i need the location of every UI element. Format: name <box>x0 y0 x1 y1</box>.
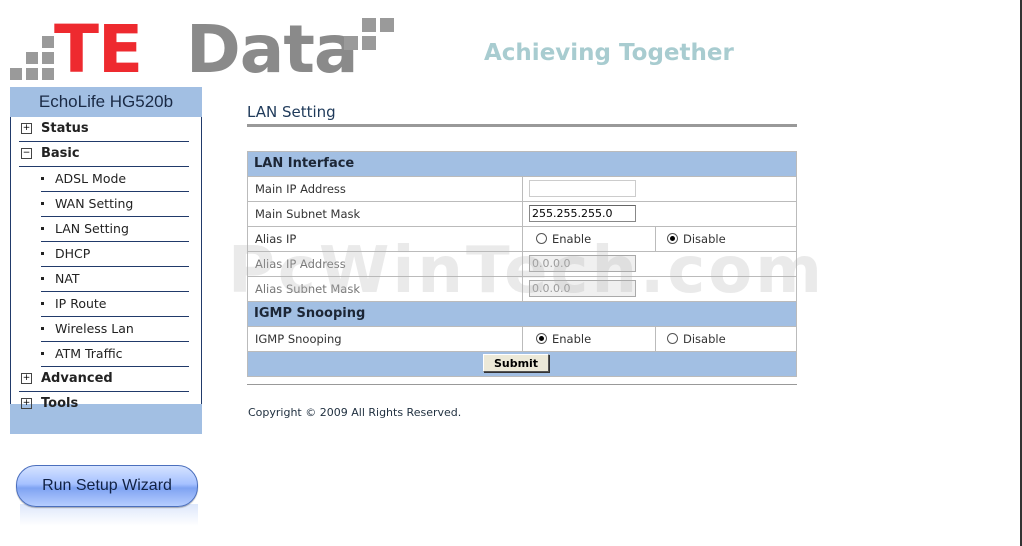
sidebar-item-label[interactable]: ATM Traffic <box>55 346 123 361</box>
logo-square <box>380 18 394 32</box>
logo-data-text: Data <box>186 11 358 88</box>
title-divider <box>247 124 797 127</box>
bullet-icon <box>41 252 44 255</box>
bullet-icon <box>41 227 44 230</box>
sidebar-item-label[interactable]: IP Route <box>55 296 106 311</box>
sidebar-item-label[interactable]: Status <box>41 121 89 136</box>
tagline: Achieving Together <box>484 40 734 66</box>
wizard-reflection <box>20 504 198 526</box>
igmp-disable-radio[interactable]: Disable <box>667 332 726 346</box>
logo-square <box>26 68 38 80</box>
logo-square <box>42 52 54 64</box>
logo-square <box>42 68 54 80</box>
sidebar-item-label[interactable]: Basic <box>41 146 80 161</box>
logo-square <box>362 36 376 50</box>
radio-checked-icon[interactable] <box>667 233 678 244</box>
minus-box-icon[interactable]: − <box>21 148 32 159</box>
bullet-icon <box>41 202 44 205</box>
section-header-igmp: IGMP Snooping <box>248 301 796 326</box>
sidebar-item-label[interactable]: Wireless Lan <box>55 321 134 336</box>
section-header-lan-interface: LAN Interface <box>248 152 796 176</box>
main-ip-label: Main IP Address <box>255 182 346 196</box>
bullet-icon <box>41 277 44 280</box>
sidebar: EchoLife HG520b + Status − Basic ADSL Mo… <box>10 87 202 434</box>
sidebar-item-label[interactable]: WAN Setting <box>55 196 133 211</box>
sidebar-item-tools[interactable]: + Tools <box>19 392 189 416</box>
bullet-icon <box>41 177 44 180</box>
logo-square <box>10 68 22 80</box>
device-name: EchoLife HG520b <box>10 87 202 117</box>
alias-subnet-mask-label: Alias Subnet Mask <box>255 282 360 296</box>
radio-label: Enable <box>552 332 592 346</box>
sidebar-item-wireless-lan[interactable]: Wireless Lan <box>41 317 189 342</box>
igmp-snooping-label: IGMP Snooping <box>255 332 342 346</box>
radio-label: Enable <box>552 232 592 246</box>
row-main-subnet: Main Subnet Mask <box>248 201 796 226</box>
logo-square <box>42 36 54 48</box>
sidebar-item-lan-setting[interactable]: LAN Setting <box>41 217 189 242</box>
submit-button[interactable]: Submit <box>483 354 549 372</box>
sidebar-item-label[interactable]: LAN Setting <box>55 221 129 236</box>
sidebar-item-dhcp[interactable]: DHCP <box>41 242 189 267</box>
bullet-icon <box>41 302 44 305</box>
main-subnet-label: Main Subnet Mask <box>255 207 361 221</box>
plus-box-icon[interactable]: + <box>21 398 32 409</box>
logo-te-text: TE <box>54 11 143 88</box>
sidebar-item-label[interactable]: DHCP <box>55 246 90 261</box>
alias-ip-address-input <box>529 255 636 272</box>
sidebar-item-wan-setting[interactable]: WAN Setting <box>41 192 189 217</box>
row-igmp-snooping: IGMP Snooping Enable Disable <box>248 326 796 351</box>
plus-box-icon[interactable]: + <box>21 123 32 134</box>
run-setup-wizard-button[interactable]: Run Setup Wizard <box>16 465 198 507</box>
igmp-enable-radio[interactable]: Enable <box>536 332 591 346</box>
copyright-text: Copyright © 2009 All Rights Reserved. <box>248 406 462 419</box>
bullet-icon <box>41 352 44 355</box>
sidebar-item-adsl-mode[interactable]: ADSL Mode <box>41 167 189 192</box>
row-main-ip: Main IP Address <box>248 176 796 201</box>
bullet-icon <box>41 327 44 330</box>
sidebar-item-advanced[interactable]: + Advanced <box>19 367 189 392</box>
sidebar-item-label[interactable]: Tools <box>41 396 78 411</box>
lan-setting-form: LAN Interface Main IP Address Main Subne… <box>247 151 797 377</box>
row-alias-ip-address: Alias IP Address <box>248 251 796 276</box>
te-data-logo: TE Data <box>10 11 400 88</box>
radio-checked-icon[interactable] <box>536 333 547 344</box>
radio-label: Disable <box>683 332 726 346</box>
sidebar-item-basic[interactable]: − Basic <box>19 142 189 167</box>
radio-unchecked-icon[interactable] <box>667 333 678 344</box>
page-title: LAN Setting <box>247 103 336 121</box>
row-alias-ip: Alias IP Enable Disable <box>248 226 796 251</box>
sidebar-item-label[interactable]: NAT <box>55 271 80 286</box>
sidebar-item-label[interactable]: Advanced <box>41 371 113 386</box>
sidebar-item-status[interactable]: + Status <box>19 117 189 142</box>
sidebar-menu: + Status − Basic ADSL Mode WAN Setting L… <box>10 117 202 411</box>
radio-label: Disable <box>683 232 726 246</box>
logo-square <box>344 36 358 50</box>
alias-ip-address-label: Alias IP Address <box>255 257 346 271</box>
plus-box-icon[interactable]: + <box>21 373 32 384</box>
alias-subnet-mask-input <box>529 280 636 297</box>
alias-disable-radio[interactable]: Disable <box>667 232 726 246</box>
logo-square <box>362 18 376 32</box>
sidebar-item-label[interactable]: ADSL Mode <box>55 171 126 186</box>
alias-ip-label: Alias IP <box>255 232 297 246</box>
main-subnet-input[interactable] <box>529 205 636 222</box>
sidebar-item-atm-traffic[interactable]: ATM Traffic <box>41 342 189 367</box>
sidebar-item-ip-route[interactable]: IP Route <box>41 292 189 317</box>
submit-row: Submit <box>248 351 796 376</box>
alias-enable-radio[interactable]: Enable <box>536 232 591 246</box>
main-ip-input[interactable] <box>529 180 636 197</box>
sidebar-item-nat[interactable]: NAT <box>41 267 189 292</box>
footer-divider <box>247 384 797 385</box>
row-alias-subnet-mask: Alias Subnet Mask <box>248 276 796 301</box>
logo-square <box>26 52 38 64</box>
radio-unchecked-icon[interactable] <box>536 233 547 244</box>
